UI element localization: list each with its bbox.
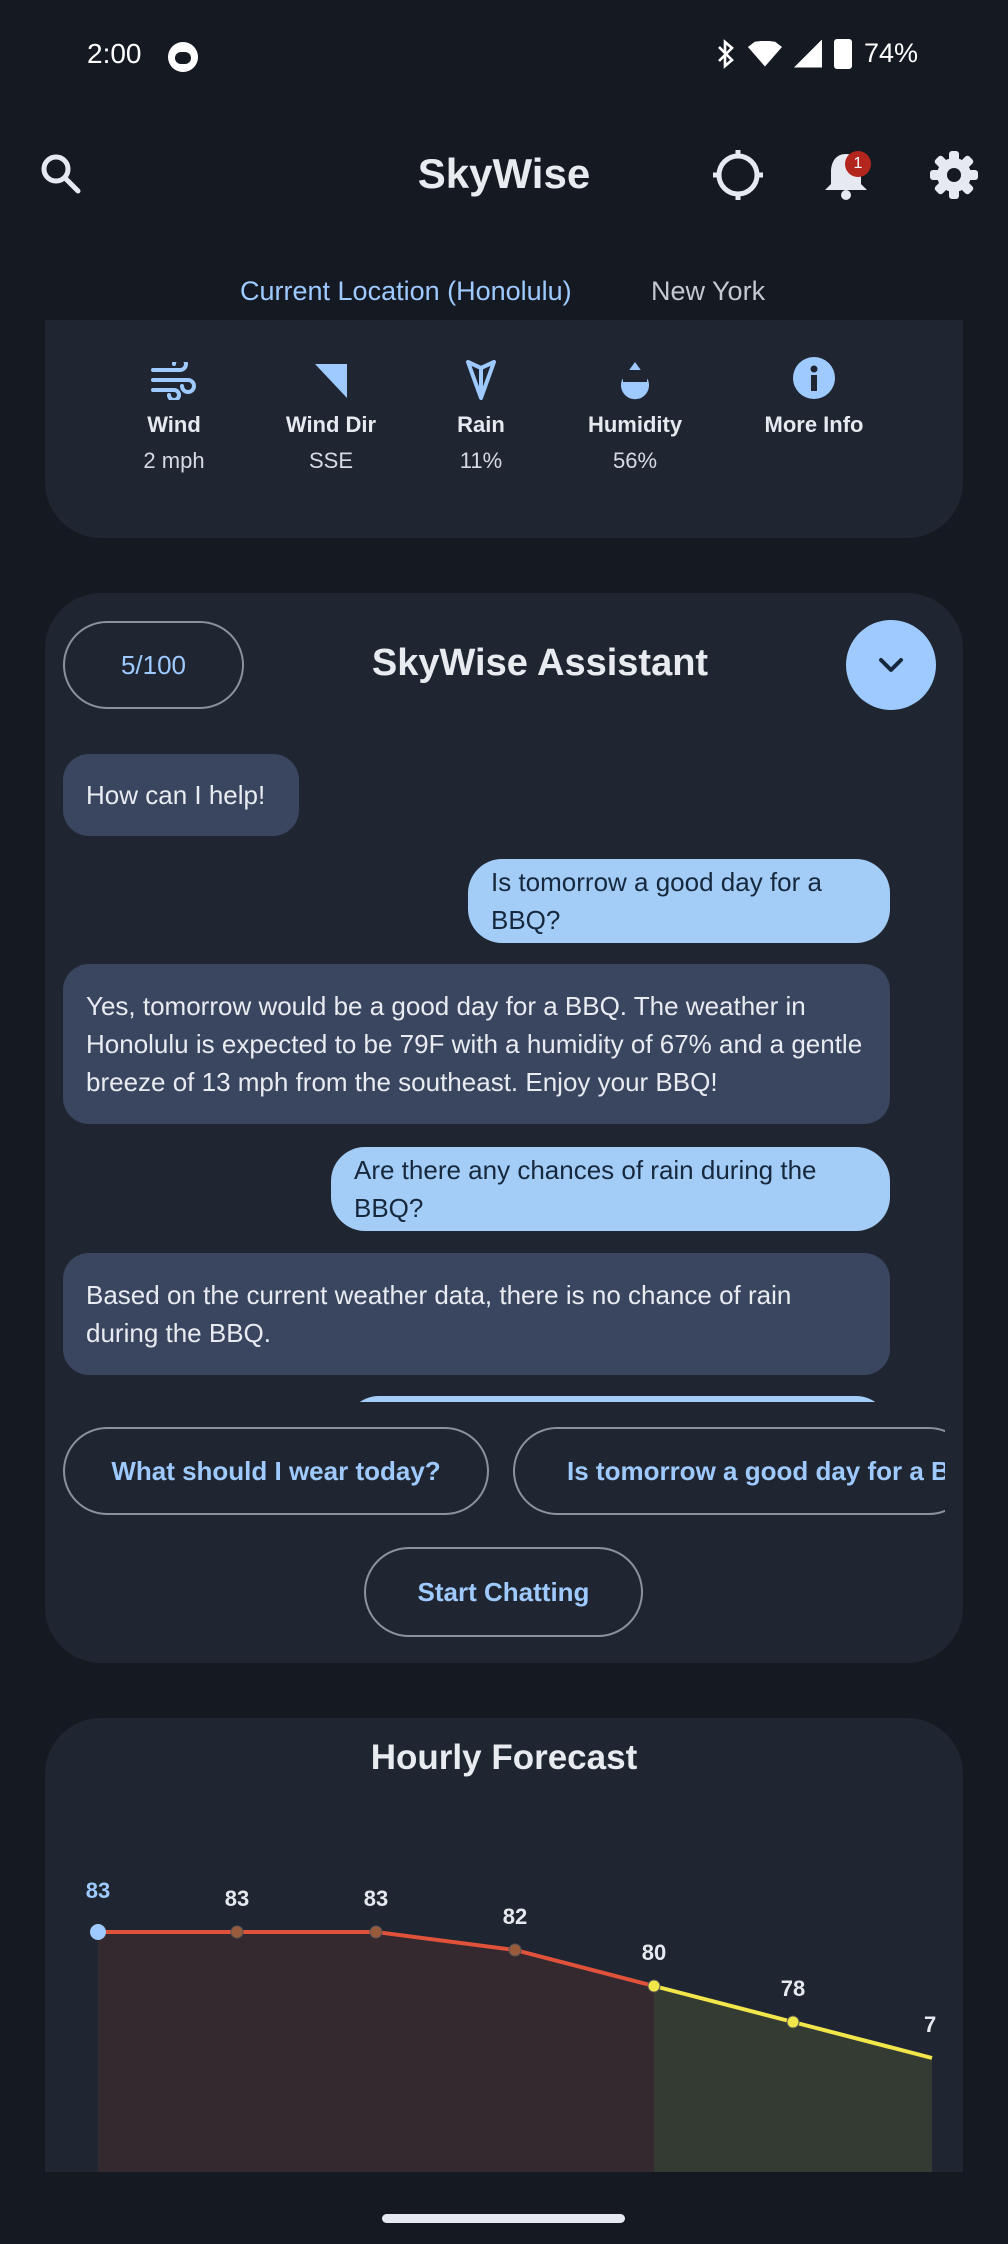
locate-button[interactable] bbox=[706, 143, 770, 207]
user-message: Are there any chances of rain during the… bbox=[331, 1147, 890, 1231]
data-label: 83 bbox=[86, 1878, 110, 1903]
metric-value: SSE bbox=[308, 448, 354, 473]
tab-current-location[interactable]: Current Location (Honolulu) bbox=[240, 276, 572, 307]
humidity-icon bbox=[621, 362, 649, 400]
settings-button[interactable] bbox=[922, 143, 986, 207]
mild-area bbox=[654, 1986, 932, 2172]
wind-direction-icon bbox=[315, 364, 347, 398]
user-message-partial bbox=[345, 1396, 890, 1402]
gesture-nav-handle[interactable] bbox=[382, 2214, 625, 2223]
bot-message: Based on the current weather data, there… bbox=[63, 1253, 890, 1375]
bluetooth-icon bbox=[718, 38, 734, 69]
location-crosshair-icon bbox=[713, 150, 763, 200]
cellular-icon bbox=[793, 39, 822, 68]
battery-percent: 74% bbox=[863, 38, 918, 68]
hourly-title: Hourly Forecast bbox=[370, 1738, 638, 1777]
info-icon bbox=[793, 357, 835, 399]
status-indicators: 74% bbox=[716, 38, 918, 69]
data-label: 82 bbox=[503, 1904, 527, 1929]
start-chatting-button[interactable]: Start Chatting bbox=[364, 1547, 643, 1637]
bot-message: How can I help! bbox=[63, 754, 299, 836]
metric-value: 56% bbox=[612, 448, 658, 473]
metric-label: More Info bbox=[764, 412, 864, 437]
chat-messages[interactable]: How can I help! Is tomorrow a good day f… bbox=[45, 740, 963, 1402]
notifications-button[interactable]: 1 bbox=[814, 143, 878, 207]
bot-message: Yes, tomorrow would be a good day for a … bbox=[63, 964, 890, 1124]
metric-label: Wind Dir bbox=[285, 412, 377, 437]
tab-new-york[interactable]: New York bbox=[651, 276, 765, 307]
notification-badge: 1 bbox=[845, 151, 871, 177]
data-point bbox=[90, 1924, 106, 1940]
wind-icon bbox=[151, 362, 196, 400]
status-time: 2:00 bbox=[87, 38, 142, 69]
hourly-chart[interactable]: 83 83 83 82 80 78 7 bbox=[45, 1840, 963, 2172]
bottom-edge bbox=[0, 2172, 1008, 2244]
user-message: Is tomorrow a good day for a BBQ? bbox=[468, 859, 890, 943]
data-point bbox=[647, 1979, 661, 1993]
metric-wind[interactable]: Wind 2 mph bbox=[94, 356, 254, 474]
chevron-down-icon bbox=[879, 658, 903, 672]
assistant-title: SkyWise Assistant bbox=[371, 642, 709, 684]
data-point bbox=[508, 1943, 522, 1957]
metric-label: Wind bbox=[147, 412, 201, 437]
metric-rain[interactable]: Rain 11% bbox=[401, 356, 561, 474]
app-notification-icon bbox=[168, 42, 198, 72]
metric-label: Humidity bbox=[587, 412, 683, 437]
metric-humidity[interactable]: Humidity 56% bbox=[555, 356, 715, 474]
metric-value: 2 mph bbox=[143, 448, 205, 473]
suggestion-chip[interactable]: What should I wear today? bbox=[63, 1427, 489, 1515]
data-label: 83 bbox=[364, 1886, 388, 1911]
message-counter: 5/100 bbox=[63, 621, 244, 709]
data-point bbox=[786, 2015, 800, 2029]
battery-icon bbox=[833, 38, 852, 69]
warm-area bbox=[98, 1932, 654, 2172]
rain-icon bbox=[466, 360, 496, 400]
suggestions-row[interactable]: What should I wear today? Is tomorrow a … bbox=[63, 1427, 945, 1517]
wifi-icon bbox=[747, 40, 782, 67]
suggestion-chip[interactable]: Is tomorrow a good day for a BBQ? bbox=[513, 1427, 945, 1515]
metric-value: 11% bbox=[459, 448, 503, 473]
metric-wind-dir[interactable]: Wind Dir SSE bbox=[251, 356, 411, 474]
data-label: 78 bbox=[781, 1976, 805, 2001]
data-label: 83 bbox=[225, 1886, 249, 1911]
data-label: 7 bbox=[924, 2012, 936, 2037]
data-point bbox=[369, 1925, 383, 1939]
metric-more-info[interactable]: More Info bbox=[734, 356, 894, 448]
data-point bbox=[230, 1925, 244, 1939]
data-label: 80 bbox=[642, 1940, 666, 1965]
metric-label: Rain bbox=[457, 412, 505, 437]
gear-icon bbox=[930, 151, 978, 199]
collapse-button[interactable] bbox=[846, 620, 936, 710]
